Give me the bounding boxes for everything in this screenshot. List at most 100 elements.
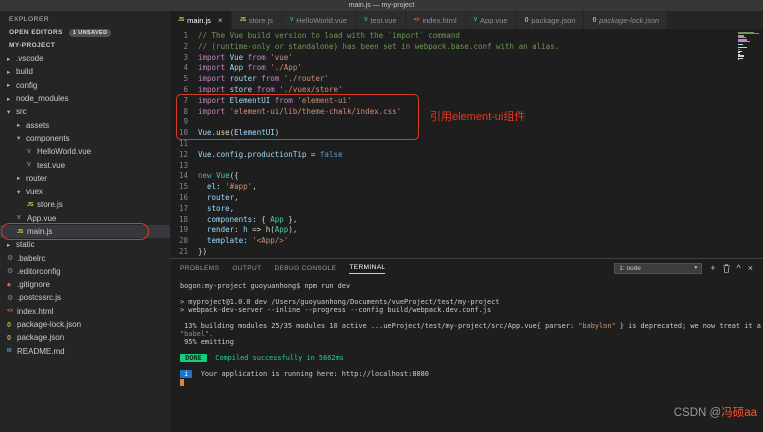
file-label: package-lock.json	[17, 320, 82, 330]
panel-tab-terminal[interactable]: TERMINAL	[349, 262, 386, 274]
code-token: )	[274, 128, 280, 138]
tree-item-App.vue[interactable]: V App.vue	[0, 212, 170, 225]
tree-item-node_modules[interactable]: ▸ node_modules	[0, 92, 170, 105]
workbench: EXPLORER OPEN EDITORS 1 UNSAVED MY-PROJE…	[0, 11, 763, 432]
terminal-select[interactable]: 1: node ▾	[614, 262, 703, 274]
tab-package-lock.json[interactable]: {} package-lock.json	[584, 11, 669, 29]
tree-item-package.json[interactable]: {} package.json	[0, 331, 170, 344]
tab-main.js[interactable]: JS main.js ×	[170, 11, 232, 29]
tab-HelloWorld.vue[interactable]: V HelloWorld.vue	[281, 11, 356, 29]
panel-tab-problems[interactable]: PROBLEMS	[180, 263, 219, 274]
terminal-line: 95% emitting	[180, 338, 763, 346]
line-number: 1	[183, 31, 188, 40]
close-icon[interactable]: ×	[748, 263, 753, 273]
code-token: ,	[252, 182, 257, 192]
explorer-header: EXPLORER	[9, 16, 50, 23]
line-number: 2	[183, 41, 188, 51]
line-number: 7	[183, 95, 188, 105]
code-token: './vuex/store'	[279, 84, 343, 94]
terminal[interactable]: bogon:my-project guoyuanhong$ npm run de…	[170, 277, 763, 386]
terminal-segment: DONE	[180, 354, 207, 362]
terminal-line	[180, 378, 763, 386]
file-label: package.json	[17, 333, 65, 343]
tree-item-index.html[interactable]: <> index.html	[0, 305, 170, 318]
code-text: import ElementUI from 'element-ui'	[196, 96, 352, 107]
terminal-segment: is deprecated; we now treat it a	[623, 322, 761, 330]
tree-item-vuex[interactable]: ▾ vuex	[0, 185, 170, 198]
code-token: : {	[252, 214, 271, 224]
code-token: App	[270, 214, 284, 224]
code-line: 7 import ElementUI from 'element-ui'	[170, 96, 763, 107]
tab-test.vue[interactable]: Vtest.vue	[356, 11, 406, 29]
panel-tab-output[interactable]: OUTPUT	[232, 263, 261, 274]
tree-item-config[interactable]: ▸ config	[0, 79, 170, 92]
plus-icon[interactable]: +	[710, 263, 715, 273]
chevron-right-icon: ▸	[7, 82, 11, 90]
code-text: store,	[196, 204, 234, 215]
minimap[interactable]	[738, 32, 760, 60]
tree-item-router[interactable]: ▸ router	[0, 172, 170, 185]
tab-index.html[interactable]: <> index.html	[405, 11, 466, 29]
code-token: components	[207, 214, 253, 224]
code-token: '#app'	[225, 182, 253, 192]
tree-item-build[interactable]: ▸ build	[0, 65, 170, 78]
code-token: :	[234, 225, 244, 235]
tree-item-.gitignore[interactable]: ◆ .gitignore	[0, 278, 170, 291]
line-number: 15	[178, 182, 188, 192]
code-line: 15 el: '#app',	[170, 182, 763, 193]
panel-tab-debug-console[interactable]: DEBUG CONSOLE	[274, 263, 336, 274]
code-token: router	[207, 192, 235, 202]
chevron-right-icon: ▸	[7, 55, 11, 63]
code-line: 13	[170, 161, 763, 172]
code-text: template: '<App/>'	[196, 236, 288, 247]
close-icon[interactable]: ×	[218, 16, 223, 25]
file-label: vuex	[26, 187, 43, 197]
line-number: 9	[183, 117, 188, 127]
tree-item-package-lock.json[interactable]: {} package-lock.json	[0, 318, 170, 331]
editor[interactable]: 1 // The Vue build version to load with t…	[170, 29, 763, 258]
tree-item-store.js[interactable]: JS store.js	[0, 198, 170, 211]
tree-item-src[interactable]: ▾ src	[0, 105, 170, 118]
tree-item-components[interactable]: ▾ components	[0, 132, 170, 145]
code-line: 5 import router from './router'	[170, 74, 763, 85]
tab-App.vue[interactable]: V App.vue	[465, 11, 517, 29]
open-editors-section[interactable]: OPEN EDITORS 1 UNSAVED	[0, 26, 170, 39]
code-token: el	[207, 182, 217, 192]
terminal-line: > myproject@1.0.0 dev /Users/guoyuanhong…	[180, 298, 763, 306]
tree-item-.babelrc[interactable]: ⚙ .babelrc	[0, 251, 170, 264]
tree-item-main.js[interactable]: JS main.js	[0, 224, 170, 239]
tree-item-README.md[interactable]: M README.md	[0, 345, 170, 358]
file-label: index.html	[17, 306, 54, 316]
chevron-up-icon[interactable]: ^	[737, 263, 741, 273]
tree-item-.vscode[interactable]: ▸ .vscode	[0, 52, 170, 65]
tree-item-assets[interactable]: ▸ assets	[0, 118, 170, 131]
tree-item-test.vue[interactable]: Vtest.vue	[0, 158, 170, 171]
trash-icon[interactable]	[722, 263, 730, 273]
terminal-segment: i	[180, 370, 193, 378]
file-label: store.js	[37, 200, 63, 210]
tree-item-static[interactable]: ▸ static	[0, 238, 170, 251]
terminal-segment: "babel".	[180, 330, 214, 338]
tree-item-.postcssrc.js[interactable]: ⚙ .postcssrc.js	[0, 291, 170, 304]
tree-item-.editorconfig[interactable]: ⚙ .editorconfig	[0, 265, 170, 278]
line-number: 13	[178, 160, 188, 170]
file-label: main.js	[27, 227, 53, 236]
code-token: router	[229, 74, 257, 84]
tab-package.json[interactable]: {} package.json	[516, 11, 585, 29]
panel-action-icons: + ^ ×	[710, 263, 753, 273]
unsaved-badge: 1 UNSAVED	[68, 28, 112, 37]
watermark-name: 冯硕aa	[721, 407, 757, 419]
tab-store.js[interactable]: JS store.js	[231, 11, 282, 29]
tree-item-HelloWorld.vue[interactable]: V HelloWorld.vue	[0, 145, 170, 158]
vue-file-icon: V	[17, 215, 21, 222]
code-token: store	[229, 84, 253, 94]
code-token: :	[243, 236, 253, 246]
file-label: config	[16, 80, 38, 90]
minimap-line	[738, 57, 744, 59]
project-section-header[interactable]: MY-PROJECT	[0, 39, 170, 52]
code-text: Vue.config.productionTip = false	[196, 150, 343, 161]
